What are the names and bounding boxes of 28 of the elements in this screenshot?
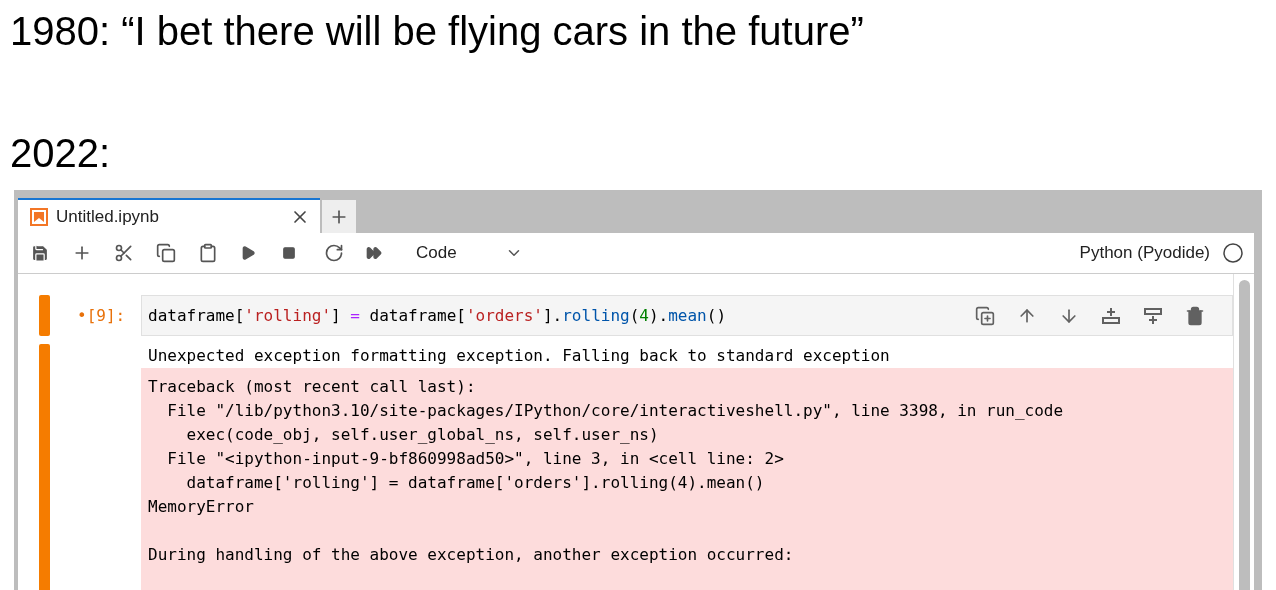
cell-type-dropdown[interactable]: Code	[416, 243, 533, 263]
caption-text: 1980: “I bet there will be flying cars in the future”	[9, 8, 865, 54]
scissors-icon[interactable]	[114, 243, 134, 263]
kernel-status-icon	[1222, 242, 1244, 264]
duplicate-icon[interactable]	[975, 305, 995, 326]
traceback-text: Traceback (most recent call last): File "/lib/python3.10/site-packages/IPython/core/interactiveshell.py", line 3398, in run_code exec(code_obj, self.user_global_ns, self.user_ns) File "<ipython-input-9-bf860998ad50>", line 3, in <cell line: 2> dataframe['rolling'] = dataframe['orders'].rolling(4).mean() MemoryError	[147, 376, 1065, 518]
execution-prompt: •[9]:	[77, 305, 127, 327]
new-tab-button[interactable]	[322, 200, 356, 233]
trash-icon[interactable]	[1185, 305, 1205, 326]
copy-icon[interactable]	[156, 243, 176, 263]
notebook-icon	[30, 207, 48, 226]
kernel-name[interactable]: Python (Pyodide)	[1079, 243, 1210, 263]
code-input[interactable]: dataframe['rolling'] = dataframe['orders'].rolling(4).mean()	[141, 295, 1233, 336]
cell-collapser[interactable]	[39, 295, 50, 336]
stop-icon[interactable]	[282, 246, 296, 260]
fast-forward-icon[interactable]	[366, 245, 382, 261]
insert-below-icon[interactable]	[1100, 305, 1122, 326]
insert-above-icon[interactable]	[1142, 305, 1164, 326]
notebook-tab[interactable]: Untitled.ipynb	[18, 198, 320, 233]
output-text: Unexpected exception formatting exception. Falling back to standard exception	[147, 345, 891, 367]
run-icon[interactable]	[240, 245, 256, 261]
caption-text: 2022:	[9, 130, 112, 176]
traceback-text: During handling of the above exception, another exception occurred:	[147, 544, 795, 566]
clipboard-icon[interactable]	[198, 243, 218, 263]
tab-title: Untitled.ipynb	[56, 206, 160, 227]
scrollbar-thumb[interactable]	[1238, 280, 1250, 590]
restart-icon[interactable]	[324, 243, 344, 263]
save-icon[interactable]	[30, 243, 50, 263]
